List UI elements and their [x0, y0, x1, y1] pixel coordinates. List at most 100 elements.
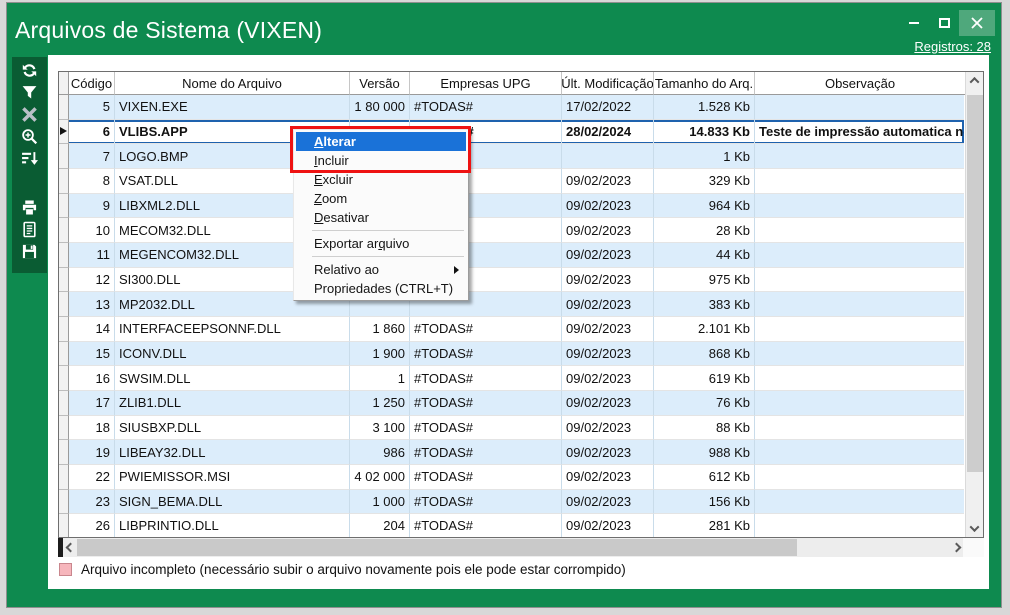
row-selector-cell[interactable]: [59, 95, 69, 120]
cell-tamanho[interactable]: 2.101 Kb: [654, 317, 755, 342]
cell-observacao[interactable]: [755, 194, 964, 219]
cell-nome[interactable]: SIUSBXP.DLL: [115, 416, 350, 441]
toolbar-zoom-in-button[interactable]: [16, 126, 44, 147]
table-row[interactable]: 23SIGN_BEMA.DLL1 000#TODAS#09/02/2023156…: [59, 490, 964, 515]
cell-codigo[interactable]: 22: [69, 465, 115, 490]
vertical-scrollbar-thumb[interactable]: [967, 95, 983, 472]
cell-empresas[interactable]: #TODAS#: [410, 514, 562, 537]
cell-nome[interactable]: SIGN_BEMA.DLL: [115, 490, 350, 515]
table-row[interactable]: 5VIXEN.EXE1 80 000#TODAS#17/02/20221.528…: [59, 95, 964, 120]
cell-modificacao[interactable]: 28/02/2024: [562, 120, 654, 145]
vertical-scrollbar[interactable]: [965, 72, 983, 537]
maximize-button[interactable]: [929, 10, 959, 36]
cell-observacao[interactable]: [755, 514, 964, 537]
row-selector-cell[interactable]: [59, 366, 69, 391]
row-selector-cell[interactable]: [59, 514, 69, 537]
table-row[interactable]: 26LIBPRINTIO.DLL204#TODAS#09/02/2023281 …: [59, 514, 964, 537]
cell-tamanho[interactable]: 619 Kb: [654, 366, 755, 391]
scroll-up-button[interactable]: [966, 72, 983, 89]
cell-observacao[interactable]: [755, 465, 964, 490]
row-selector-cell[interactable]: [59, 218, 69, 243]
cell-nome[interactable]: ZLIB1.DLL: [115, 391, 350, 416]
cell-observacao[interactable]: [755, 268, 964, 293]
cell-empresas[interactable]: #TODAS#: [410, 440, 562, 465]
cell-versao[interactable]: 1: [350, 366, 410, 391]
menu-item-propriedades-ctrl-t[interactable]: Propriedades (CTRL+T): [296, 279, 466, 298]
cell-versao[interactable]: 1 80 000: [350, 95, 410, 120]
cell-modificacao[interactable]: 09/02/2023: [562, 366, 654, 391]
toolbar-save-button[interactable]: [16, 241, 44, 262]
cell-modificacao[interactable]: 09/02/2023: [562, 490, 654, 515]
cell-nome[interactable]: LIBPRINTIO.DLL: [115, 514, 350, 537]
cell-observacao[interactable]: [755, 95, 964, 120]
cell-versao[interactable]: 3 100: [350, 416, 410, 441]
cell-modificacao[interactable]: 09/02/2023: [562, 243, 654, 268]
table-row[interactable]: 18SIUSBXP.DLL3 100#TODAS#09/02/202388 Kb: [59, 416, 964, 441]
table-row[interactable]: 16SWSIM.DLL1#TODAS#09/02/2023619 Kb: [59, 366, 964, 391]
registros-count-link[interactable]: Registros: 28: [914, 39, 991, 54]
cell-nome[interactable]: LIBEAY32.DLL: [115, 440, 350, 465]
table-row[interactable]: 12SI300.DLL09/02/2023975 Kb: [59, 268, 964, 293]
scroll-left-button[interactable]: [63, 538, 77, 557]
table-row[interactable]: 19LIBEAY32.DLL986#TODAS#09/02/2023988 Kb: [59, 440, 964, 465]
cell-tamanho[interactable]: 88 Kb: [654, 416, 755, 441]
cell-modificacao[interactable]: 09/02/2023: [562, 465, 654, 490]
cell-tamanho[interactable]: 28 Kb: [654, 218, 755, 243]
table-row[interactable]: 11MEGENCOM32.DLL09/02/202344 Kb: [59, 243, 964, 268]
cell-codigo[interactable]: 26: [69, 514, 115, 537]
toolbar-filter-button[interactable]: [16, 82, 44, 103]
table-row[interactable]: 13MP2032.DLL09/02/2023383 Kb: [59, 292, 964, 317]
horizontal-scrollbar-thumb[interactable]: [77, 539, 797, 556]
column-header-tamanho[interactable]: Tamanho do Arq.: [654, 72, 755, 95]
cell-empresas[interactable]: #TODAS#: [410, 366, 562, 391]
cell-empresas[interactable]: #TODAS#: [410, 342, 562, 367]
cell-versao[interactable]: 1 900: [350, 342, 410, 367]
cell-modificacao[interactable]: 09/02/2023: [562, 440, 654, 465]
column-header-codigo[interactable]: Código: [69, 72, 115, 95]
cell-codigo[interactable]: 11: [69, 243, 115, 268]
minimize-button[interactable]: [899, 10, 929, 36]
cell-codigo[interactable]: 16: [69, 366, 115, 391]
cell-empresas[interactable]: #TODAS#: [410, 95, 562, 120]
cell-modificacao[interactable]: 09/02/2023: [562, 169, 654, 194]
cell-observacao[interactable]: Teste de impressão automatica no fecha: [755, 120, 964, 145]
cell-modificacao[interactable]: 09/02/2023: [562, 194, 654, 219]
toolbar-clear-filter-button[interactable]: [16, 104, 44, 125]
cell-observacao[interactable]: [755, 292, 964, 317]
cell-observacao[interactable]: [755, 416, 964, 441]
cell-empresas[interactable]: #TODAS#: [410, 465, 562, 490]
cell-codigo[interactable]: 15: [69, 342, 115, 367]
cell-tamanho[interactable]: 281 Kb: [654, 514, 755, 537]
menu-item-exportar-arquivo[interactable]: Exportar arquivo: [296, 234, 466, 253]
cell-codigo[interactable]: 19: [69, 440, 115, 465]
cell-nome[interactable]: ICONV.DLL: [115, 342, 350, 367]
row-selector-cell[interactable]: [59, 120, 69, 145]
row-selector-cell[interactable]: [59, 342, 69, 367]
cell-nome[interactable]: INTERFACEEPSONNF.DLL: [115, 317, 350, 342]
table-row[interactable]: 17ZLIB1.DLL1 250#TODAS#09/02/202376 Kb: [59, 391, 964, 416]
cell-modificacao[interactable]: 09/02/2023: [562, 218, 654, 243]
cell-modificacao[interactable]: 09/02/2023: [562, 342, 654, 367]
cell-tamanho[interactable]: 964 Kb: [654, 194, 755, 219]
cell-codigo[interactable]: 7: [69, 144, 115, 169]
row-selector-cell[interactable]: [59, 194, 69, 219]
cell-versao[interactable]: 1 000: [350, 490, 410, 515]
cell-versao[interactable]: 986: [350, 440, 410, 465]
cell-tamanho[interactable]: 612 Kb: [654, 465, 755, 490]
row-selector-cell[interactable]: [59, 317, 69, 342]
table-row[interactable]: 8VSAT.DLL09/02/2023329 Kb: [59, 169, 964, 194]
table-row[interactable]: 9LIBXML2.DLL09/02/2023964 Kb: [59, 194, 964, 219]
cell-modificacao[interactable]: 09/02/2023: [562, 391, 654, 416]
row-selector-cell[interactable]: [59, 169, 69, 194]
cell-tamanho[interactable]: 975 Kb: [654, 268, 755, 293]
cell-tamanho[interactable]: 1.528 Kb: [654, 95, 755, 120]
cell-tamanho[interactable]: 156 Kb: [654, 490, 755, 515]
cell-observacao[interactable]: [755, 391, 964, 416]
cell-empresas[interactable]: #TODAS#: [410, 490, 562, 515]
cell-nome[interactable]: SWSIM.DLL: [115, 366, 350, 391]
cell-observacao[interactable]: [755, 440, 964, 465]
cell-codigo[interactable]: 10: [69, 218, 115, 243]
cell-modificacao[interactable]: [562, 144, 654, 169]
cell-tamanho[interactable]: 988 Kb: [654, 440, 755, 465]
cell-nome[interactable]: PWIEMISSOR.MSI: [115, 465, 350, 490]
